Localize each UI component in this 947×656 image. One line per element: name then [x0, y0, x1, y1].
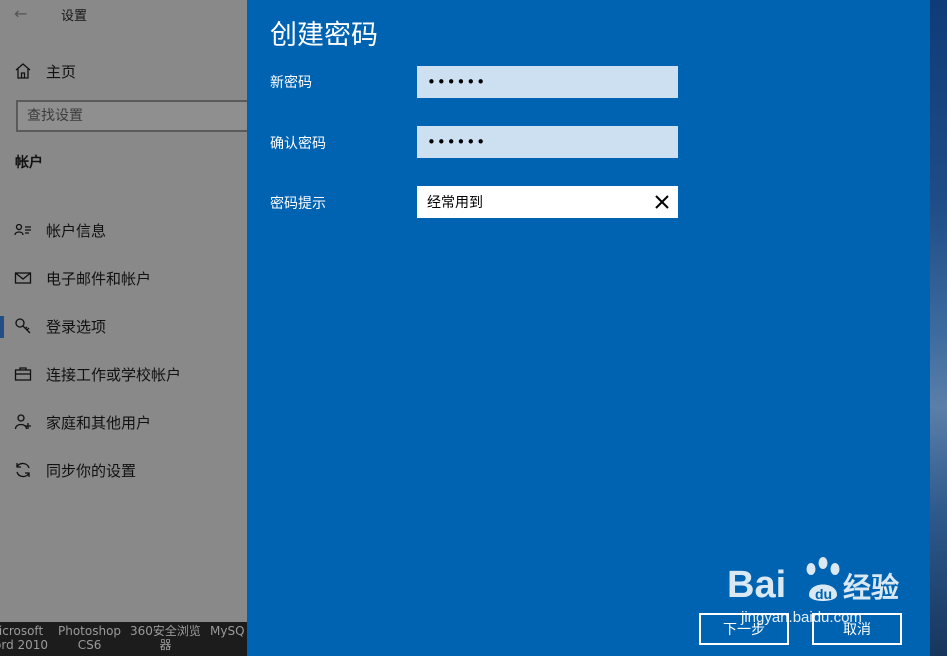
settings-search-box[interactable]	[16, 100, 247, 132]
next-button[interactable]: 下一步	[699, 613, 789, 645]
new-password-input[interactable]	[417, 66, 678, 98]
nav-item-family-users[interactable]: 家庭和其他用户	[0, 398, 247, 446]
settings-nav: 帐户信息 电子邮件和帐户 登录选项 连接工作或学校帐户 家庭和其他用户 同步你的…	[0, 206, 247, 494]
desktop-wallpaper	[930, 0, 947, 656]
baidu-logo-icon: Bai du 经验	[727, 557, 899, 606]
taskbar-item-word[interactable]: icrosoft ord 2010	[0, 624, 48, 652]
nav-item-label: 连接工作或学校帐户	[46, 365, 182, 384]
contact-card-icon	[14, 223, 31, 236]
dialog-title: 创建密码	[270, 20, 378, 51]
home-nav-item[interactable]: 主页	[14, 59, 76, 83]
home-label: 主页	[46, 62, 77, 81]
new-password-label: 新密码	[270, 75, 312, 91]
add-person-icon	[14, 414, 31, 430]
home-icon	[15, 63, 31, 79]
taskbar-item-360-browser[interactable]: 360安全浏览 器	[130, 624, 201, 652]
settings-title: 设置	[61, 9, 88, 24]
clear-text-icon[interactable]	[652, 192, 672, 212]
password-hint-field[interactable]	[417, 186, 678, 218]
sync-icon	[16, 462, 30, 478]
new-password-field[interactable]	[417, 66, 678, 98]
nav-item-sync-settings[interactable]: 同步你的设置	[0, 446, 247, 494]
mail-icon	[14, 272, 32, 284]
nav-item-account-info[interactable]: 帐户信息	[0, 206, 247, 254]
nav-item-email-accounts[interactable]: 电子邮件和帐户	[0, 254, 247, 302]
settings-titlebar: ← 设置	[0, 0, 247, 28]
password-hint-label: 密码提示	[270, 196, 326, 212]
nav-item-label: 电子邮件和帐户	[46, 269, 152, 288]
settings-search-input[interactable]	[18, 102, 247, 130]
nav-item-work-school[interactable]: 连接工作或学校帐户	[0, 350, 247, 398]
briefcase-icon	[14, 367, 32, 381]
settings-window: ← 设置 主页 帐户 帐户信息 电子邮件和帐户 登录选项	[0, 0, 247, 622]
nav-item-sign-in-options[interactable]: 登录选项	[0, 302, 247, 350]
back-arrow-icon[interactable]: ←	[14, 4, 27, 23]
svg-text:经验: 经验	[843, 571, 899, 604]
section-heading: 帐户	[15, 155, 43, 171]
nav-item-label: 同步你的设置	[46, 461, 137, 480]
taskbar-item-mysql[interactable]: MySQ	[210, 624, 245, 638]
confirm-password-label: 确认密码	[270, 136, 326, 152]
taskbar: icrosoft ord 2010 Photoshop CS6 360安全浏览 …	[0, 622, 247, 656]
nav-item-label: 登录选项	[46, 317, 107, 336]
nav-item-label: 家庭和其他用户	[46, 413, 152, 432]
svg-text:du: du	[815, 586, 832, 602]
password-hint-input[interactable]	[417, 186, 678, 218]
confirm-password-input[interactable]	[417, 126, 678, 158]
key-icon	[15, 318, 31, 334]
cancel-button[interactable]: 取消	[812, 613, 902, 645]
create-password-dialog: 创建密码 新密码 确认密码 密码提示 Bai du 经验 jingyan	[247, 0, 930, 656]
taskbar-item-photoshop[interactable]: Photoshop CS6	[58, 624, 121, 652]
nav-item-label: 帐户信息	[46, 221, 107, 240]
confirm-password-field[interactable]	[417, 126, 678, 158]
svg-text:Bai: Bai	[727, 564, 786, 606]
